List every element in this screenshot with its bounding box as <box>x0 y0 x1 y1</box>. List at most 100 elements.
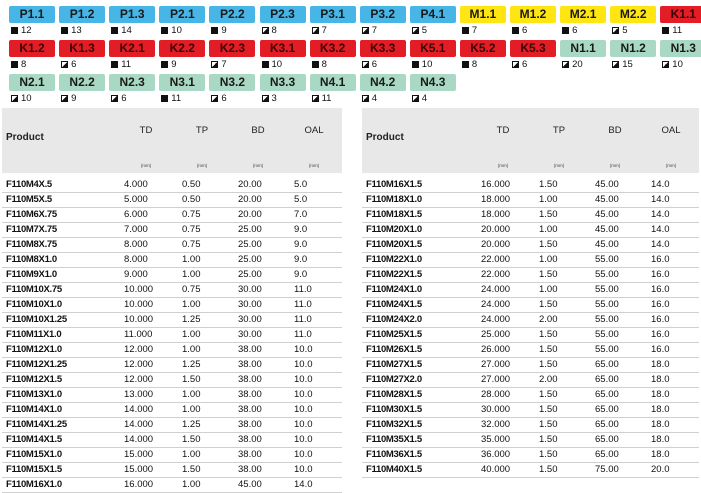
material-badge: N1.1 20 <box>560 40 608 70</box>
value-cell: 0.75 <box>174 222 230 238</box>
value-cell: 18.0 <box>643 387 699 403</box>
badge-meta: 11 <box>109 58 157 70</box>
column-header-oal: OAL <box>286 108 342 158</box>
material-badge: P2.2 9 <box>209 6 257 36</box>
material-badge-label: N1.2 <box>610 40 657 57</box>
value-cell: 65.00 <box>587 447 643 463</box>
material-badge-label: N1.3 <box>660 40 701 57</box>
material-badge-label: N1.1 <box>560 40 607 57</box>
value-cell: 20.00 <box>230 207 286 223</box>
table-row: F110M20X1.0 20.000 1.00 45.00 14.0 <box>362 222 699 238</box>
material-badge: K2.3 7 <box>209 40 257 70</box>
material-badge-label: K1.1 <box>660 6 701 23</box>
value-cell: 14.0 <box>286 477 342 493</box>
value-cell: 9.0 <box>286 252 342 268</box>
material-badge-label: K2.1 <box>109 40 156 57</box>
product-code-cell: F110M8X.75 <box>2 237 118 253</box>
value-cell: 32.000 <box>475 417 531 433</box>
product-code-cell: F110M20X1.5 <box>362 237 475 253</box>
material-badge: K5.1 10 <box>409 40 458 70</box>
material-badge-label: P2.3 <box>259 6 306 23</box>
value-cell: 1.50 <box>531 267 587 283</box>
badge-value: 10 <box>21 92 32 104</box>
product-code-cell: F110M24X1.5 <box>362 297 475 313</box>
unit-cell: (mm) <box>286 158 342 173</box>
value-cell: 0.50 <box>174 177 230 193</box>
column-header-bd: BD <box>587 108 643 158</box>
value-cell: 11.0 <box>286 312 342 328</box>
material-badge-label: P1.3 <box>109 6 156 23</box>
unit-cell: (mm) <box>587 158 643 173</box>
value-cell: 18.0 <box>643 432 699 448</box>
table-row: F110M35X1.5 35.000 1.50 65.00 18.0 <box>362 432 699 448</box>
value-cell: 65.00 <box>587 372 643 388</box>
badge-value: 10 <box>171 24 182 36</box>
material-badge-label: K5.1 <box>409 40 456 57</box>
material-badge: P1.3 14 <box>109 6 157 36</box>
value-cell: 25.00 <box>230 237 286 253</box>
value-cell: 0.75 <box>174 237 230 253</box>
value-cell: 16.0 <box>643 297 699 313</box>
value-cell: 55.00 <box>587 312 643 328</box>
table-row: F110M36X1.5 36.000 1.50 65.00 18.0 <box>362 447 699 463</box>
value-cell: 12.000 <box>118 342 174 358</box>
product-code-cell: F110M28X1.5 <box>362 387 475 403</box>
value-cell: 16.0 <box>643 282 699 298</box>
solid-square-icon <box>662 26 670 34</box>
material-badge: N4.1 11 <box>309 74 358 104</box>
column-header-td: TD <box>475 108 531 158</box>
value-cell: 38.00 <box>230 357 286 373</box>
badge-meta: 5 <box>610 24 658 36</box>
badge-value: 20 <box>572 58 583 70</box>
value-cell: 55.00 <box>587 297 643 313</box>
product-code-cell: F110M5X.5 <box>2 192 118 208</box>
value-cell: 28.000 <box>475 387 531 403</box>
value-cell: 9.0 <box>286 237 342 253</box>
value-cell: 7.000 <box>118 222 174 238</box>
value-cell: 30.00 <box>230 282 286 298</box>
value-cell: 14.0 <box>643 222 699 238</box>
value-cell: 13.000 <box>118 387 174 403</box>
badge-value: 10 <box>271 58 283 70</box>
value-cell: 12.000 <box>118 357 174 373</box>
table-row: F110M12X1.0 12.000 1.00 38.00 10.0 <box>2 342 342 358</box>
column-header-tp: TP <box>174 108 230 158</box>
value-cell: 16.000 <box>118 477 174 493</box>
badge-meta: 12 <box>9 24 57 36</box>
solid-square-icon <box>61 26 69 34</box>
badge-value: 5 <box>421 24 428 36</box>
badge-value: 6 <box>121 92 127 104</box>
value-cell: 1.50 <box>174 372 230 388</box>
product-code-cell: F110M24X1.0 <box>362 282 475 298</box>
product-code-cell: F110M12X1.25 <box>2 357 118 373</box>
material-badge-label: K3.1 <box>259 40 306 57</box>
badge-meta: 6 <box>510 58 558 70</box>
material-badge: K3.1 10 <box>259 40 308 70</box>
value-cell: 1.00 <box>531 192 587 208</box>
value-cell: 7.0 <box>286 207 342 223</box>
product-code-cell: F110M14X1.25 <box>2 417 118 433</box>
value-cell: 45.00 <box>587 207 643 223</box>
badge-value: 12 <box>21 24 32 36</box>
badge-value: 9 <box>171 58 177 70</box>
value-cell: 16.0 <box>643 342 699 358</box>
value-cell: 38.00 <box>230 417 286 433</box>
material-badge-label: P1.2 <box>59 6 106 23</box>
product-code-cell: F110M36X1.5 <box>362 447 475 463</box>
material-badge-label: N3.2 <box>209 74 256 91</box>
value-cell: 22.000 <box>475 252 531 268</box>
material-badge-label: P2.2 <box>209 6 256 23</box>
badge-value: 6 <box>71 58 77 70</box>
material-badge: N1.3 10 <box>660 40 701 70</box>
value-cell: 10.0 <box>286 357 342 373</box>
badge-meta: 11 <box>159 92 207 104</box>
value-cell: 24.000 <box>475 282 531 298</box>
material-badge-label: N2.2 <box>59 74 106 91</box>
value-cell: 55.00 <box>587 267 643 283</box>
value-cell: 14.000 <box>118 417 174 433</box>
half-square-icon <box>512 60 519 68</box>
value-cell: 38.00 <box>230 372 286 388</box>
table-row: F110M28X1.5 28.000 1.50 65.00 18.0 <box>362 387 699 403</box>
value-cell: 10.0 <box>286 372 342 388</box>
material-badge: K1.2 8 <box>9 40 57 70</box>
